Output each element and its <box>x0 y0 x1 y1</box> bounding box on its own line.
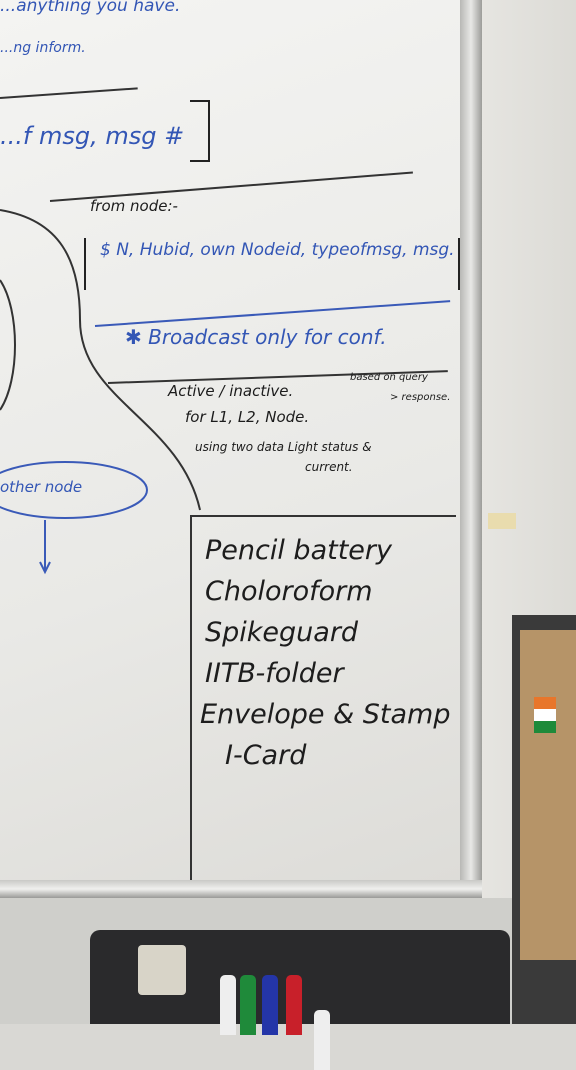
top-note-1: ...anything you have. <box>0 0 181 16</box>
checklist-item: Pencil battery <box>205 535 392 566</box>
checklist-item: IITB-folder <box>205 658 344 689</box>
checklist-item: Spikeguard <box>205 617 359 648</box>
marker-green <box>240 975 256 1035</box>
board-frame-right <box>460 0 482 895</box>
top-note-2: ...ng inform. <box>0 40 86 56</box>
bracket <box>190 100 210 162</box>
marker-blue <box>262 975 278 1035</box>
status-line-4: current. <box>305 460 353 474</box>
cabinet-panel <box>520 630 576 960</box>
diagram-curves <box>0 209 201 575</box>
board-frame-bottom <box>0 880 482 898</box>
india-flag-sticker <box>534 697 556 733</box>
checklist-item: Choloroform <box>205 576 373 607</box>
marker-white <box>314 1010 330 1070</box>
checklist: Pencil battery Choloroform Spikeguard II… <box>200 530 450 776</box>
tape <box>488 513 516 529</box>
status-side-note: based on query <box>350 372 428 383</box>
checklist-item: I-Card <box>225 740 307 771</box>
status-side-note-2: > response. <box>390 392 451 403</box>
status-line-3: using two data Light status & <box>195 440 372 454</box>
msg-bracket-text: ...f msg, msg # <box>0 122 185 150</box>
marker-white <box>220 975 236 1035</box>
other-node-label: other node <box>0 478 83 496</box>
eraser <box>138 945 186 995</box>
marker-red <box>286 975 302 1035</box>
checklist-item: Envelope & Stamp <box>200 699 451 730</box>
